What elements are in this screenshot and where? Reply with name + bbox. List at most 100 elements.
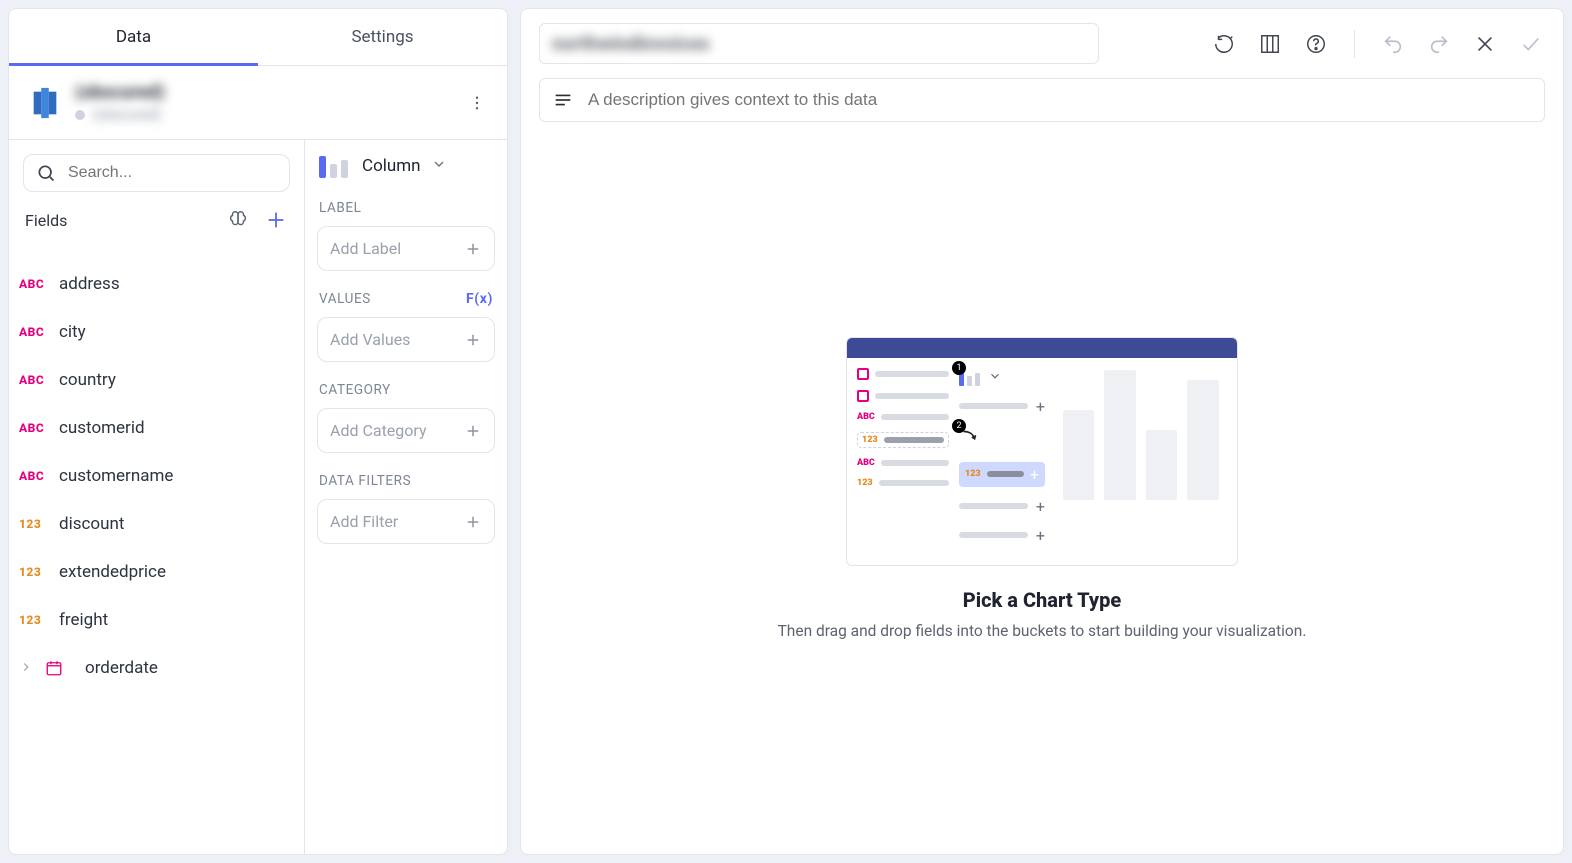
type-icon: 123: [19, 613, 47, 627]
redo-icon[interactable]: [1425, 30, 1453, 58]
date-icon: [45, 659, 73, 677]
field-item[interactable]: 123 freight: [11, 596, 302, 644]
add-field-icon[interactable]: [264, 208, 288, 232]
app-root: Data Settings (obscured) (obscured): [0, 0, 1572, 863]
search-input[interactable]: [66, 163, 277, 183]
chart-type-selector[interactable]: Column: [305, 140, 507, 192]
shelf-filters[interactable]: Add Filter: [317, 499, 495, 544]
field-name: customerid: [59, 418, 145, 438]
field-name: address: [59, 274, 120, 294]
shelf-placeholder: Add Category: [330, 421, 427, 440]
shelf-title-text: DATA FILTERS: [319, 473, 411, 489]
field-item[interactable]: 123 discount: [11, 500, 302, 548]
plus-icon[interactable]: [464, 240, 482, 258]
type-icon: 123: [19, 517, 47, 531]
shelf-placeholder: Add Values: [330, 330, 410, 349]
field-item[interactable]: ABC address: [11, 260, 302, 308]
empty-illustration: ABC 123 ABC 123 1 + 2 123+: [846, 337, 1238, 566]
shelf-category-title: CATEGORY: [305, 374, 507, 402]
type-icon: 123: [19, 565, 47, 579]
config-column: Column LABEL Add Label VALUESF(x) Add Va…: [305, 140, 507, 854]
shelf-title-text: LABEL: [319, 200, 362, 216]
shelf-values[interactable]: Add Values: [317, 317, 495, 362]
tab-data-label: Data: [116, 27, 151, 47]
field-name: discount: [59, 514, 124, 534]
field-item[interactable]: ABC city: [11, 308, 302, 356]
viz-title-input[interactable]: northwindinvoices: [539, 23, 1099, 64]
datasource-name: (obscured): [75, 82, 465, 103]
fields-list[interactable]: ABC address ABC city ABC country ABC custome…: [9, 254, 304, 698]
shelf-label-title: LABEL: [305, 192, 507, 220]
chevron-right-icon: [19, 659, 33, 678]
refresh-icon[interactable]: [1210, 30, 1238, 58]
undo-icon[interactable]: [1379, 30, 1407, 58]
right-panel: northwindinvoices: [520, 8, 1564, 855]
plus-icon[interactable]: [464, 331, 482, 349]
help-icon[interactable]: [1302, 30, 1330, 58]
field-name: extendedprice: [59, 562, 166, 582]
field-item[interactable]: ABC customerid: [11, 404, 302, 452]
field-name: country: [59, 370, 116, 390]
plus-icon[interactable]: [464, 422, 482, 440]
field-name: freight: [59, 610, 108, 630]
shelf-category[interactable]: Add Category: [317, 408, 495, 453]
datasource-icon: [27, 85, 63, 121]
empty-title: Pick a Chart Type: [963, 588, 1121, 612]
shelf-label[interactable]: Add Label: [317, 226, 495, 271]
datasource-subtitle-text: (obscured): [93, 107, 161, 123]
search-input-wrap[interactable]: [23, 154, 290, 192]
shelf-placeholder: Add Label: [330, 239, 401, 258]
field-item[interactable]: orderdate: [11, 644, 302, 692]
left-tabs: Data Settings: [9, 9, 507, 66]
confirm-icon[interactable]: [1517, 30, 1545, 58]
tab-data[interactable]: Data: [9, 9, 258, 65]
description-lines-icon: [552, 89, 574, 111]
fields-title: Fields: [25, 211, 67, 230]
datasource-more-icon[interactable]: [465, 91, 489, 115]
type-icon: ABC: [19, 277, 47, 291]
shelf-title-text: CATEGORY: [319, 382, 391, 398]
fx-button[interactable]: F(x): [466, 291, 493, 307]
grid-icon[interactable]: [1256, 30, 1284, 58]
illus-step-1: 1: [959, 368, 1045, 387]
plus-icon[interactable]: [464, 513, 482, 531]
left-body: search Fields: [9, 140, 507, 854]
field-name: orderdate: [85, 658, 158, 678]
illus-mini-chart: [1055, 368, 1227, 508]
empty-subtitle: Then drag and drop fields into the bucke…: [778, 622, 1307, 640]
illus-step-2: 2: [959, 426, 1045, 452]
type-icon: ABC: [19, 325, 47, 339]
toolbar: [1210, 30, 1545, 58]
field-item[interactable]: ABC customername: [11, 452, 302, 500]
viz-description-input[interactable]: [586, 89, 1532, 111]
chevron-down-icon: [988, 368, 1002, 387]
right-top: northwindinvoices: [521, 9, 1563, 72]
fields-header: Fields: [25, 208, 288, 232]
toolbar-divider: [1354, 30, 1355, 58]
chevron-down-icon: [431, 156, 447, 176]
field-item[interactable]: 123 extendedprice: [11, 548, 302, 596]
field-name: city: [59, 322, 86, 342]
close-icon[interactable]: [1471, 30, 1499, 58]
field-name: customername: [59, 466, 173, 486]
fields-column: search Fields: [9, 140, 305, 854]
shelf-values-title: VALUESF(x): [305, 283, 507, 311]
datasource-row: (obscured) (obscured): [9, 66, 507, 140]
tab-settings-label: Settings: [351, 27, 413, 47]
shelf-filters-title: DATA FILTERS: [305, 465, 507, 493]
type-icon: ABC: [19, 469, 47, 483]
viz-description[interactable]: [539, 78, 1545, 122]
field-item[interactable]: ABC country: [11, 356, 302, 404]
column-chart-icon: [319, 154, 352, 178]
empty-state: ABC 123 ABC 123 1 + 2 123+: [521, 122, 1563, 854]
search-icon: [36, 163, 56, 183]
type-icon: ABC: [19, 373, 47, 387]
viz-title-text: northwindinvoices: [552, 32, 710, 55]
datasource-subtitle: (obscured): [75, 107, 465, 123]
tab-settings[interactable]: Settings: [258, 9, 507, 65]
brain-icon[interactable]: [226, 208, 250, 232]
shelf-placeholder: Add Filter: [330, 512, 398, 531]
type-icon: ABC: [19, 421, 47, 435]
left-panel: Data Settings (obscured) (obscured): [8, 8, 508, 855]
chart-type-label: Column: [362, 156, 421, 176]
